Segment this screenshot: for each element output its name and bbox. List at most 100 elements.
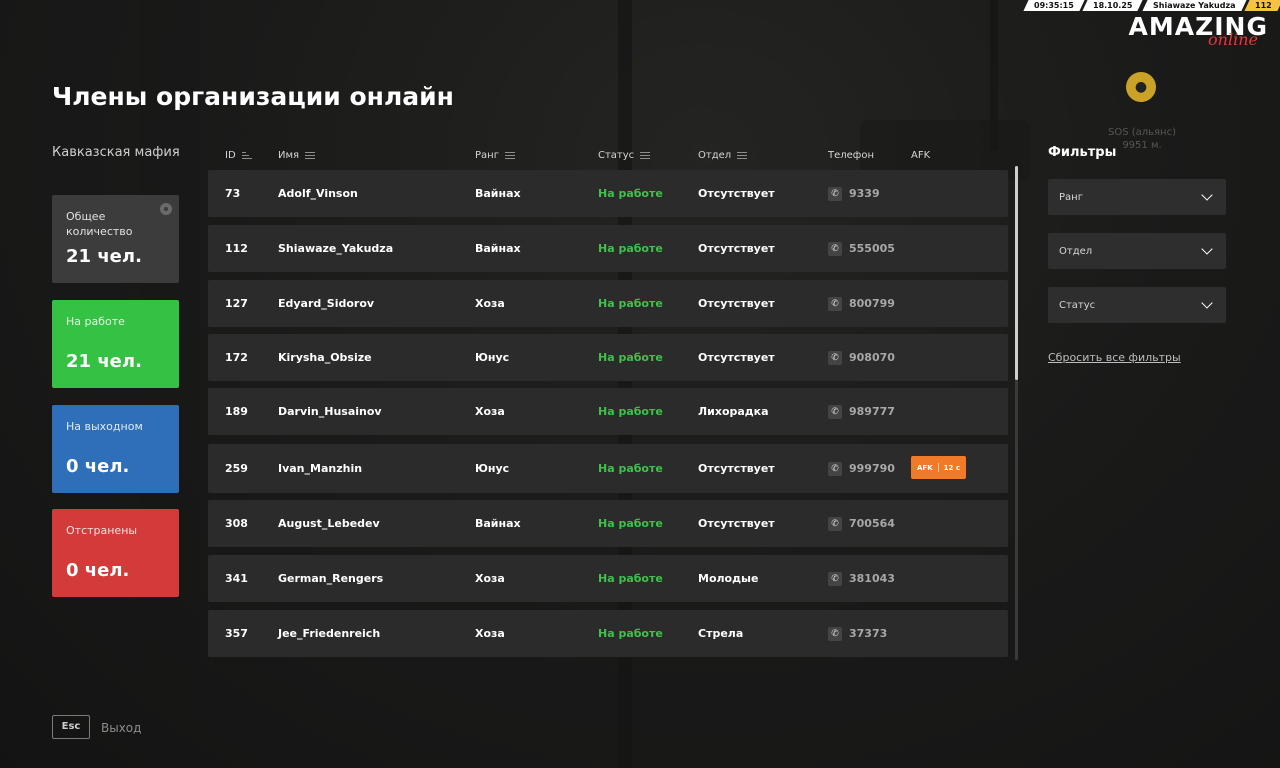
table-row[interactable]: 127 Edyard_Sidorov Хоза На работе Отсутс… — [208, 280, 1008, 327]
member-status: На работе — [598, 462, 663, 475]
member-rank: Вайнах — [475, 517, 521, 530]
stat-value: 21 чел. — [66, 246, 142, 267]
phone-number: 381043 — [849, 572, 895, 585]
member-rank: Хоза — [475, 627, 505, 640]
chevron-down-icon — [1201, 189, 1213, 201]
table-row[interactable]: 308 August_Lebedev Вайнах На работе Отсу… — [208, 500, 1008, 547]
stat-card-dayoff[interactable]: На выходном 0 чел. — [52, 405, 179, 493]
column-label: Отдел — [698, 150, 732, 161]
hud-level: 112 — [1244, 0, 1280, 11]
column-id[interactable]: ID — [225, 150, 252, 161]
member-name: Ivan_Manzhin — [278, 462, 363, 475]
stat-card-suspended[interactable]: Отстранены 0 чел. — [52, 509, 179, 597]
member-id: 357 — [225, 627, 248, 640]
table-row[interactable]: 172 Kirysha_Obsize Юнус На работе Отсутс… — [208, 334, 1008, 381]
member-phone[interactable]: ✆ 555005 — [828, 225, 895, 272]
member-dept: Отсутствует — [698, 297, 775, 310]
stat-label: На работе — [66, 315, 125, 328]
reset-filters-link[interactable]: Сбросить все фильтры — [1048, 351, 1181, 364]
sort-icon — [504, 152, 515, 159]
map-marker-name: SOS (альянс) — [1107, 127, 1176, 138]
table-row[interactable]: 112 Shiawaze_Yakudza Вайнах На работе От… — [208, 225, 1008, 272]
member-status: На работе — [598, 242, 663, 255]
column-status[interactable]: Статус — [598, 150, 651, 161]
phone-icon: ✆ — [828, 571, 842, 586]
member-name: Shiawaze_Yakudza — [278, 242, 394, 255]
member-status: На работе — [598, 572, 663, 585]
hud-bar: 09:35:15 18.10.25 Shiawaze Yakudza 112 — [1022, 0, 1280, 11]
member-dept: Лихорадка — [698, 405, 769, 418]
phone-number: 800799 — [849, 297, 895, 310]
column-label: ID — [225, 150, 236, 161]
phone-number: 908070 — [849, 351, 895, 364]
member-phone[interactable]: ✆ 37373 — [828, 610, 887, 657]
hud-player: Shiawaze Yakudza — [1142, 0, 1246, 11]
member-name: Darvin_Husainov — [278, 405, 382, 418]
filter-label: Ранг — [1059, 191, 1083, 203]
table-row[interactable]: 259 Ivan_Manzhin Юнус На работе Отсутств… — [208, 444, 1008, 493]
phone-icon: ✆ — [828, 241, 842, 256]
phone-number: 37373 — [849, 627, 888, 640]
stat-card-working[interactable]: На работе 21 чел. — [52, 300, 179, 388]
exit-label: Выход — [101, 721, 142, 735]
member-rank: Юнус — [475, 351, 510, 364]
sort-icon — [737, 152, 748, 159]
phone-icon: ✆ — [828, 461, 842, 476]
scrollbar-thumb[interactable] — [1015, 166, 1018, 380]
column-dept[interactable]: Отдел — [698, 150, 748, 161]
filter-dept-dropdown[interactable]: Отдел — [1048, 233, 1226, 269]
member-phone[interactable]: ✆ 800799 — [828, 280, 895, 327]
member-rank: Хоза — [475, 297, 505, 310]
stat-label: Общее количество — [66, 210, 133, 238]
afk-time: 12 с — [943, 463, 960, 472]
chevron-down-icon — [1201, 243, 1213, 255]
member-phone[interactable]: ✆ 908070 — [828, 334, 895, 381]
table-row[interactable]: 73 Adolf_Vinson Вайнах На работе Отсутст… — [208, 170, 1008, 217]
member-status: На работе — [598, 187, 663, 200]
member-phone[interactable]: ✆ 381043 — [828, 555, 895, 602]
member-name: Kirysha_Obsize — [278, 351, 372, 364]
phone-icon: ✆ — [828, 186, 842, 201]
member-id: 341 — [225, 572, 248, 585]
member-dept: Отсутствует — [698, 517, 775, 530]
table-row[interactable]: 341 German_Rengers Хоза На работе Молоды… — [208, 555, 1008, 602]
member-dept: Отсутствует — [698, 187, 775, 200]
member-phone[interactable]: ✆ 989777 — [828, 388, 895, 435]
column-label: Ранг — [475, 150, 499, 161]
member-rank: Хоза — [475, 572, 505, 585]
member-phone[interactable]: ✆ 999790 — [828, 444, 895, 493]
member-id: 259 — [225, 462, 248, 475]
table-row[interactable]: 189 Darvin_Husainov Хоза На работе Лихор… — [208, 388, 1008, 435]
column-name[interactable]: Имя — [278, 150, 316, 161]
column-phone: Телефон — [828, 150, 874, 161]
filter-rank-dropdown[interactable]: Ранг — [1048, 179, 1226, 215]
table-row[interactable]: 357 Jee_Friedenreich Хоза На работе Стре… — [208, 610, 1008, 657]
phone-number: 700564 — [849, 517, 895, 530]
member-dept: Отсутствует — [698, 462, 775, 475]
page-title: Члены организации онлайн — [52, 82, 454, 111]
filter-status-dropdown[interactable]: Статус — [1048, 287, 1226, 323]
column-label: AFK — [911, 150, 931, 161]
member-phone[interactable]: ✆ 9339 — [828, 170, 880, 217]
phone-icon: ✆ — [828, 404, 842, 419]
esc-key-button[interactable]: Esc — [52, 715, 90, 739]
column-rank[interactable]: Ранг — [475, 150, 515, 161]
member-status: На работе — [598, 297, 663, 310]
afk-label: AFK — [917, 463, 933, 472]
member-name: German_Rengers — [278, 572, 384, 585]
member-rank: Вайнах — [475, 242, 521, 255]
member-rank: Вайнах — [475, 187, 521, 200]
table-scrollbar[interactable] — [1015, 166, 1018, 660]
phone-icon: ✆ — [828, 350, 842, 365]
member-rank: Хоза — [475, 405, 505, 418]
column-label: Телефон — [828, 150, 875, 161]
stat-value: 0 чел. — [66, 560, 130, 581]
info-icon[interactable] — [160, 203, 172, 215]
member-status: На работе — [598, 405, 663, 418]
stat-card-total: Общее количество 21 чел. — [52, 195, 179, 283]
member-phone[interactable]: ✆ 700564 — [828, 500, 895, 547]
member-name: Adolf_Vinson — [278, 187, 358, 200]
chevron-down-icon — [1201, 297, 1213, 309]
member-dept: Отсутствует — [698, 242, 775, 255]
member-id: 308 — [225, 517, 248, 530]
